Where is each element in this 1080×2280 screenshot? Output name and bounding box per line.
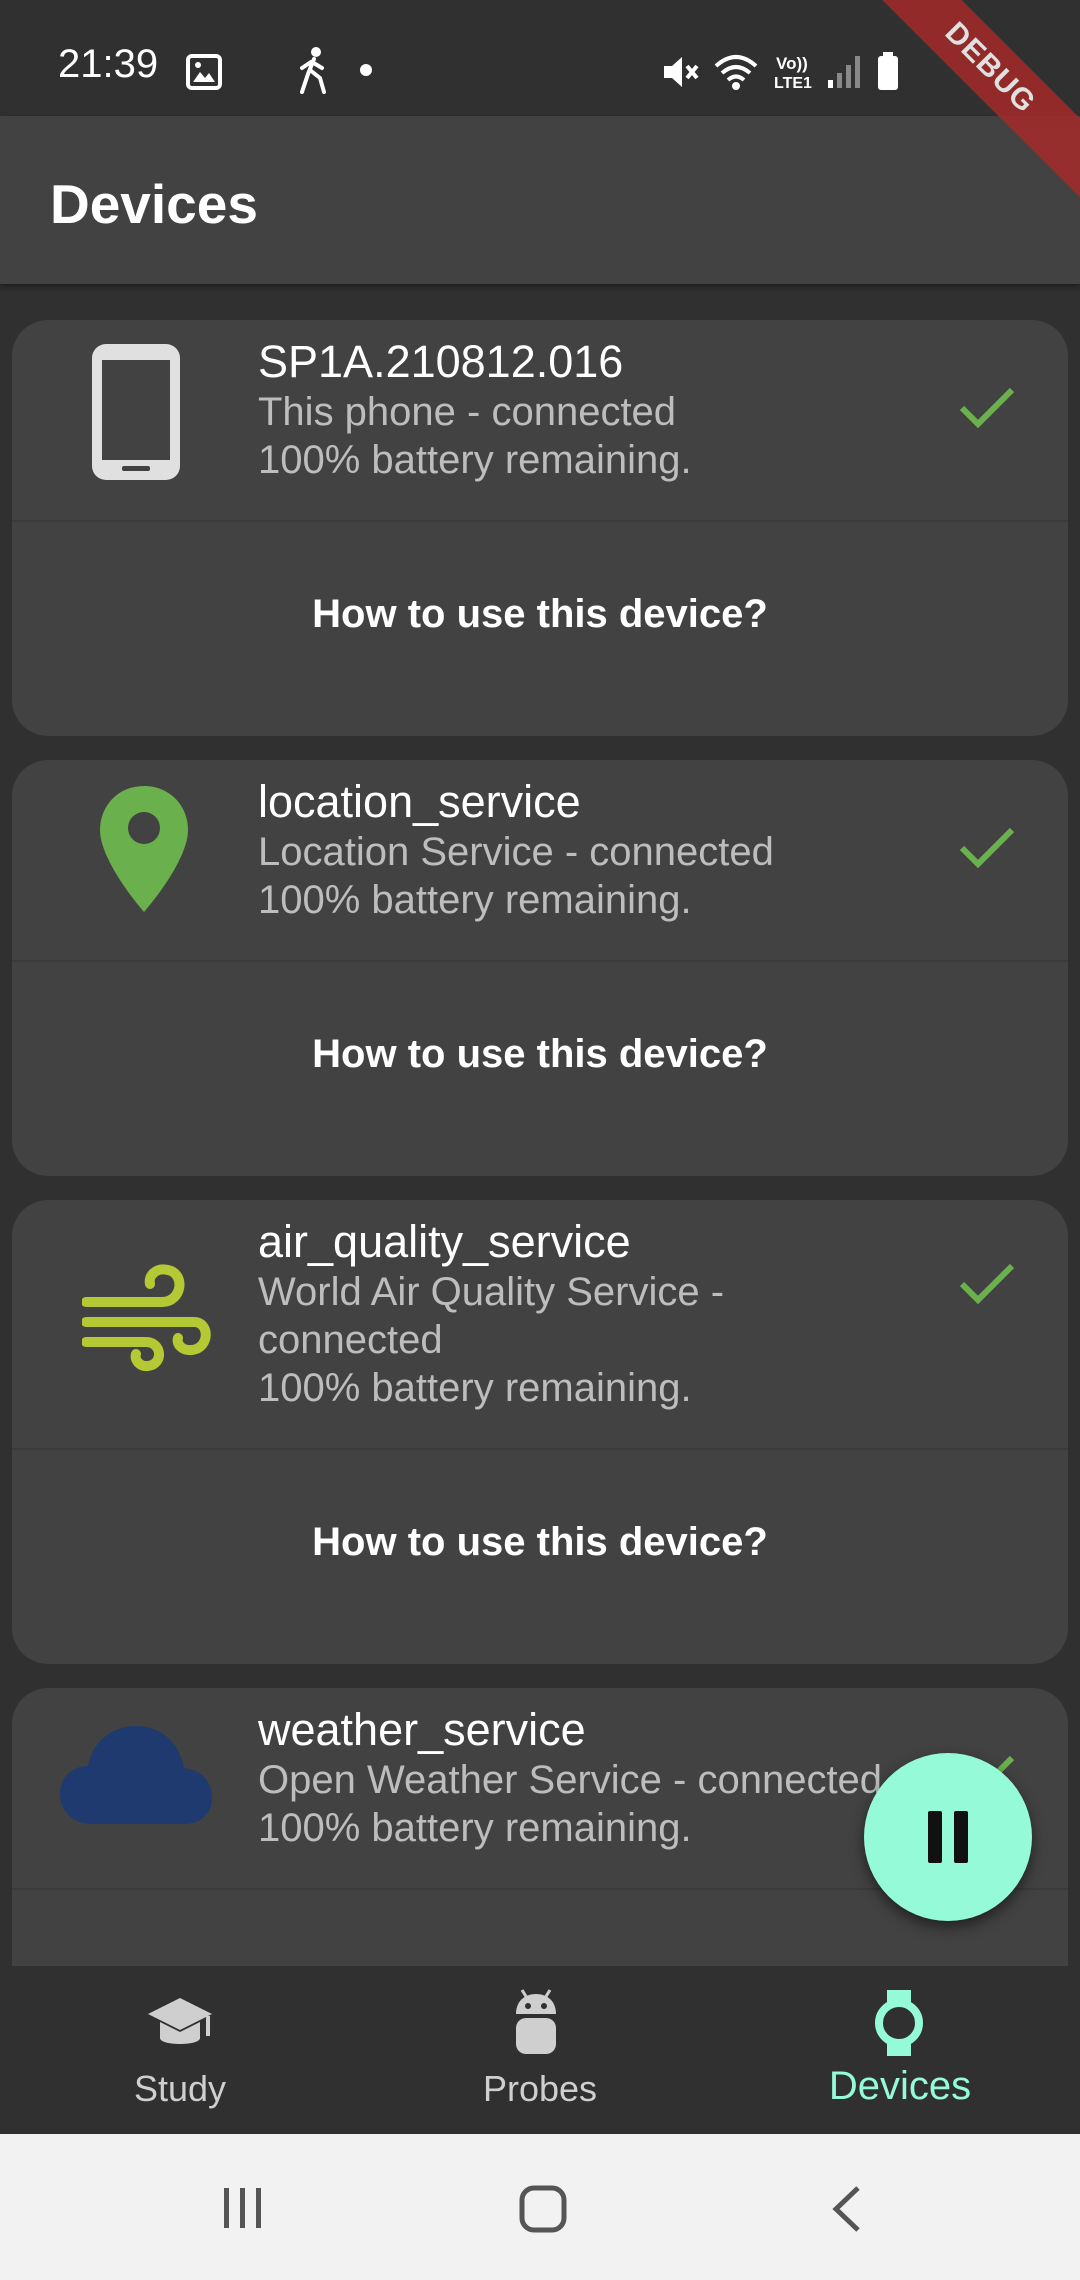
how-to-use-button[interactable]: How to use this device? bbox=[12, 1032, 1068, 1077]
device-name: location_service bbox=[258, 776, 581, 827]
how-to-use-button[interactable]: How to use this device? bbox=[12, 1520, 1068, 1565]
device-battery: 100% battery remaining. bbox=[258, 438, 692, 482]
nav-label: Study bbox=[133, 2068, 227, 2109]
device-battery: 100% battery remaining. bbox=[258, 878, 692, 922]
check-icon bbox=[959, 1263, 1015, 1305]
device-card-header[interactable]: air_quality_service World Air Quality Se… bbox=[12, 1200, 1068, 1448]
cloud-icon bbox=[60, 1726, 212, 1824]
signal-icon bbox=[828, 56, 860, 88]
svg-text:Vo)): Vo)) bbox=[776, 54, 808, 73]
recents-icon[interactable] bbox=[220, 2186, 266, 2230]
dot-icon bbox=[360, 64, 372, 76]
device-card: location_service Location Service - conn… bbox=[12, 760, 1068, 1176]
device-name: SP1A.210812.016 bbox=[258, 336, 624, 387]
watch-icon bbox=[875, 1990, 923, 2056]
home-icon[interactable] bbox=[518, 2184, 568, 2234]
wind-icon bbox=[82, 1264, 211, 1372]
device-battery: 100% battery remaining. bbox=[258, 1806, 692, 1850]
device-card-header[interactable]: location_service Location Service - conn… bbox=[12, 760, 1068, 960]
school-icon bbox=[148, 1998, 212, 2044]
phone-icon bbox=[92, 344, 180, 480]
device-name: air_quality_service bbox=[258, 1216, 631, 1267]
nav-label: Devices bbox=[828, 2064, 972, 2108]
wifi-icon bbox=[714, 55, 758, 90]
nav-item-devices[interactable]: Devices bbox=[720, 1966, 1080, 2134]
svg-text:LTE1: LTE1 bbox=[774, 75, 812, 92]
back-icon[interactable] bbox=[828, 2184, 864, 2234]
device-status: This phone - connected bbox=[258, 390, 677, 434]
android-icon bbox=[516, 1989, 556, 2054]
check-icon bbox=[959, 827, 1015, 869]
device-card-header[interactable]: SP1A.210812.016 This phone - connected 1… bbox=[12, 320, 1068, 520]
device-card: air_quality_service World Air Quality Se… bbox=[12, 1200, 1068, 1664]
system-nav bbox=[0, 2134, 1080, 2280]
nav-item-probes[interactable]: Probes bbox=[360, 1966, 720, 2134]
status-time: 21:39 bbox=[58, 42, 159, 86]
card-divider bbox=[12, 1448, 1068, 1450]
nav-label: Probes bbox=[482, 2068, 598, 2109]
device-name: weather_service bbox=[258, 1704, 586, 1755]
mute-icon bbox=[664, 57, 699, 87]
check-icon bbox=[959, 387, 1015, 429]
device-status: Location Service - connected bbox=[258, 830, 774, 874]
image-icon bbox=[186, 54, 222, 90]
card-divider bbox=[12, 960, 1068, 962]
device-status: connected bbox=[258, 1318, 443, 1362]
device-status: World Air Quality Service - bbox=[258, 1270, 725, 1314]
device-card: SP1A.210812.016 This phone - connected 1… bbox=[12, 320, 1068, 736]
nav-item-study[interactable]: Study bbox=[0, 1966, 360, 2134]
volte-icon: Vo)) LTE1 bbox=[774, 54, 812, 92]
how-to-use-button[interactable]: How to use this device? bbox=[12, 592, 1068, 637]
location-pin-icon bbox=[100, 786, 188, 912]
bottom-nav: Study Probes Devices bbox=[0, 1966, 1080, 2134]
card-divider bbox=[12, 520, 1068, 522]
walking-icon bbox=[300, 47, 326, 94]
page-title: Devices bbox=[50, 173, 258, 235]
device-status: Open Weather Service - connected bbox=[258, 1758, 883, 1802]
app-bar: Devices bbox=[0, 116, 1080, 284]
pause-button[interactable] bbox=[864, 1753, 1032, 1921]
device-list: SP1A.210812.016 This phone - connected 1… bbox=[0, 284, 1080, 1966]
device-battery: 100% battery remaining. bbox=[258, 1366, 692, 1410]
battery-icon bbox=[878, 52, 898, 90]
